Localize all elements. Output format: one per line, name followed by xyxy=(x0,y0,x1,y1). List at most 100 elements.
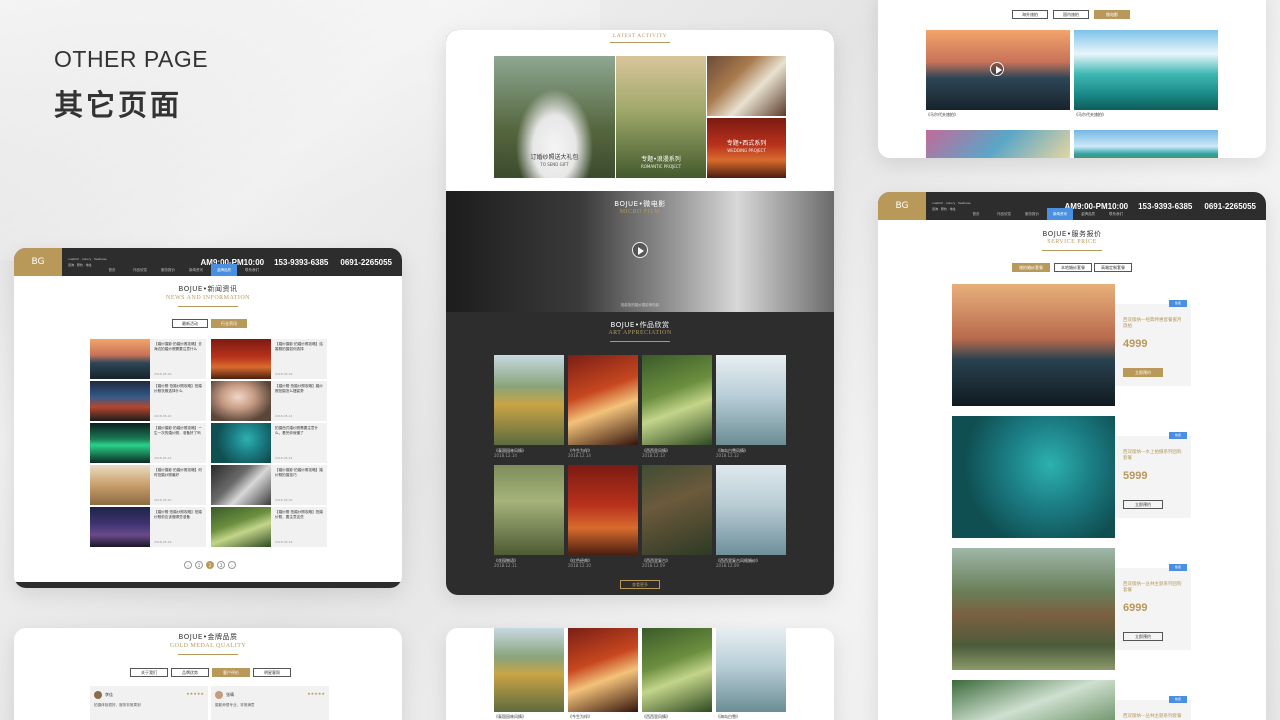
quality-page-mockup: BOJUE•金牌品质 GOLD MEDAL QUALITY 关于我们 品牌优势 … xyxy=(14,628,402,720)
art-date: 2018.12.14 xyxy=(568,453,591,458)
nav-item[interactable]: 作品欣赏 xyxy=(127,264,153,276)
news-thumb[interactable] xyxy=(211,339,271,379)
news-thumb[interactable] xyxy=(90,507,150,547)
play-button[interactable] xyxy=(990,62,1004,76)
pager-page-active[interactable]: 2 xyxy=(206,561,214,569)
travel-video-thumb[interactable] xyxy=(926,30,1070,110)
package-image[interactable] xyxy=(952,548,1115,670)
section-title: BOJUE•新闻资讯 xyxy=(178,285,238,293)
tab-local-package[interactable]: 本地婚纱套餐 xyxy=(1054,263,1092,272)
tab-brand-advantage[interactable]: 品牌优势 xyxy=(171,668,209,677)
nav-item[interactable]: 作品欣赏 xyxy=(991,208,1017,220)
package-price: 4999 xyxy=(1123,338,1148,350)
art-thumb[interactable] xyxy=(568,355,638,445)
news-item[interactable]: 【婚纱照·拍婚纱照攻略】拍婚纱照前应该做哪些准备 2018-05-18 xyxy=(150,507,206,547)
tab-travel-package[interactable]: 旅拍婚纱套餐 xyxy=(1012,263,1050,272)
package-image[interactable] xyxy=(952,284,1115,406)
package-name: 西双版纳—丛林主题系列团购套餐 xyxy=(1123,582,1182,593)
tab-micro-film[interactable]: 微电影 xyxy=(1094,10,1130,19)
news-date: 2018-05-22 xyxy=(154,456,172,460)
news-date: 2018-05-26 xyxy=(275,372,293,376)
view-more-button[interactable]: 查看更多 xyxy=(620,580,660,589)
news-item[interactable]: 【婚纱摄影·拍婚纱照攻略】结婚照拍摄如何选择 2018-05-26 xyxy=(271,339,327,379)
activity-tile[interactable] xyxy=(707,56,786,116)
news-thumb[interactable] xyxy=(211,465,271,505)
nav-item[interactable]: 联系我们 xyxy=(239,264,265,276)
tab-domestic[interactable]: 国内旅拍 xyxy=(1053,10,1089,19)
nav-item-active[interactable]: 新闻资讯 xyxy=(1047,208,1073,220)
section-title: BOJUE•金牌品质 xyxy=(178,633,238,641)
book-now-button[interactable]: 立即预约 xyxy=(1123,632,1163,641)
nav-item-active[interactable]: 金牌品质 xyxy=(211,264,237,276)
news-date: 2018-05-22 xyxy=(275,456,293,460)
tab-star-photos[interactable]: 明星客照 xyxy=(253,668,291,677)
art-thumb[interactable] xyxy=(494,628,564,712)
nav-item[interactable]: 金牌品质 xyxy=(1075,208,1101,220)
pager-page[interactable]: 1 xyxy=(195,561,203,569)
play-button[interactable] xyxy=(632,242,648,258)
news-thumb[interactable] xyxy=(211,507,271,547)
art-thumb[interactable] xyxy=(716,355,786,445)
nav-item[interactable]: 服务报价 xyxy=(155,264,181,276)
art-thumb[interactable] xyxy=(716,628,786,712)
pager-next[interactable]: › xyxy=(228,561,236,569)
activity-tile[interactable]: 专题•浪漫系列 ROMANTIC PROJECT xyxy=(616,56,706,178)
package-image[interactable] xyxy=(952,416,1115,538)
news-thumb[interactable] xyxy=(90,423,150,463)
travel-video-thumb[interactable] xyxy=(926,130,1070,158)
activity-tile[interactable]: 专题•西式系列 WEDDING PROJECT xyxy=(707,118,786,178)
nav-item[interactable]: 首页 xyxy=(99,264,125,276)
news-item[interactable]: 【婚纱摄影·拍婚纱照攻略】何时拍婚纱照最好 2018-05-20 xyxy=(150,465,206,505)
news-thumb[interactable] xyxy=(90,465,150,505)
review-text: 摄影师很专业，非常满意 xyxy=(215,703,255,707)
news-item[interactable]: 【婚纱照·拍婚纱照攻略】拍婚纱照，要注意这些 2018-05-18 xyxy=(271,507,327,547)
news-item[interactable]: 【婚纱摄影·拍婚纱照攻略】去海边拍婚纱照需要注意什么 2018-05-26 xyxy=(150,339,206,379)
news-item[interactable]: 【婚纱照·拍婚纱照攻略】婚纱照拍摄怎么摆姿势 2018-05-24 xyxy=(271,381,327,421)
review-card: 李佳 ★★★★★ 拍摄体验很好，服务非常周到 xyxy=(90,686,208,720)
book-now-button[interactable]: 立即预约 xyxy=(1123,368,1163,377)
news-date: 2018-05-18 xyxy=(275,540,293,544)
pager-page[interactable]: 3 xyxy=(217,561,225,569)
package-image[interactable] xyxy=(952,680,1115,720)
package-card: 热卖 西双版纳—丛林主题系列团购套餐 6999 立即预约 xyxy=(1115,564,1191,650)
news-thumb[interactable] xyxy=(211,381,271,421)
package-name: 西双版纳—丛林主题系列套餐 xyxy=(1123,714,1182,719)
package-card: 热卖 西双版纳—水上拍摄系列团购套餐 5999 立即预约 xyxy=(1115,432,1191,518)
news-thumb[interactable] xyxy=(90,381,150,421)
news-item[interactable]: 【婚纱摄影·拍婚纱照攻略】婚纱照拍摄技巧 2018-05-20 xyxy=(271,465,327,505)
site-footer-bar xyxy=(14,582,402,588)
film-caption: 铂爵旅拍婚纱摄影微电影 xyxy=(620,303,660,307)
art-thumb[interactable] xyxy=(568,628,638,712)
art-thumb[interactable] xyxy=(568,465,638,555)
pager-prev[interactable]: ‹ xyxy=(184,561,192,569)
art-thumb[interactable] xyxy=(642,465,712,555)
tab-customer-reviews[interactable]: 客户评价 xyxy=(212,668,250,677)
travel-video-thumb[interactable] xyxy=(1074,130,1218,158)
tab-about-us[interactable]: 关于我们 xyxy=(130,668,168,677)
art-thumb[interactable] xyxy=(494,465,564,555)
news-item[interactable]: 【婚纱摄影·拍婚纱照攻略】一生一次的婚纱照，准备好了吗 2018-05-22 xyxy=(150,423,206,463)
nav-item[interactable]: 联系我们 xyxy=(1103,208,1129,220)
section-subtitle: SERVICE PRICE xyxy=(1047,239,1097,245)
art-thumb[interactable] xyxy=(642,628,712,712)
nav-item[interactable]: 首页 xyxy=(963,208,989,220)
news-thumb[interactable] xyxy=(211,423,271,463)
nav-item[interactable]: 服务报价 xyxy=(1019,208,1045,220)
section-title: BOJUE•微电影 xyxy=(614,200,666,208)
news-item[interactable]: 拍摄西式婚纱照需要注意什么，看完你就懂了 2018-05-22 xyxy=(271,423,327,463)
tile-title: 专题•浪漫系列 xyxy=(641,156,681,163)
news-thumb[interactable] xyxy=(90,339,150,379)
tab-industry-news[interactable]: 行业资讯 xyxy=(211,319,247,328)
art-thumb[interactable] xyxy=(642,355,712,445)
art-thumb[interactable] xyxy=(494,355,564,445)
tab-custom-package[interactable]: 高端定制套餐 xyxy=(1094,263,1132,272)
activity-tile[interactable]: 订婚纱照送大礼包 TO SEND GIFT xyxy=(494,56,615,178)
art-thumb[interactable] xyxy=(716,465,786,555)
tab-overseas[interactable]: 海外旅拍 xyxy=(1012,10,1048,19)
news-item[interactable]: 【婚纱照·拍婚纱照攻略】拍婚纱照衣服选择什么 2018-05-24 xyxy=(150,381,206,421)
book-now-button[interactable]: 立即预约 xyxy=(1123,500,1163,509)
nav-item[interactable]: 新闻资讯 xyxy=(183,264,209,276)
travel-video-thumb[interactable] xyxy=(1074,30,1218,110)
news-date: 2018-05-20 xyxy=(154,498,172,502)
tab-latest-activity[interactable]: 最新活动 xyxy=(172,319,208,328)
